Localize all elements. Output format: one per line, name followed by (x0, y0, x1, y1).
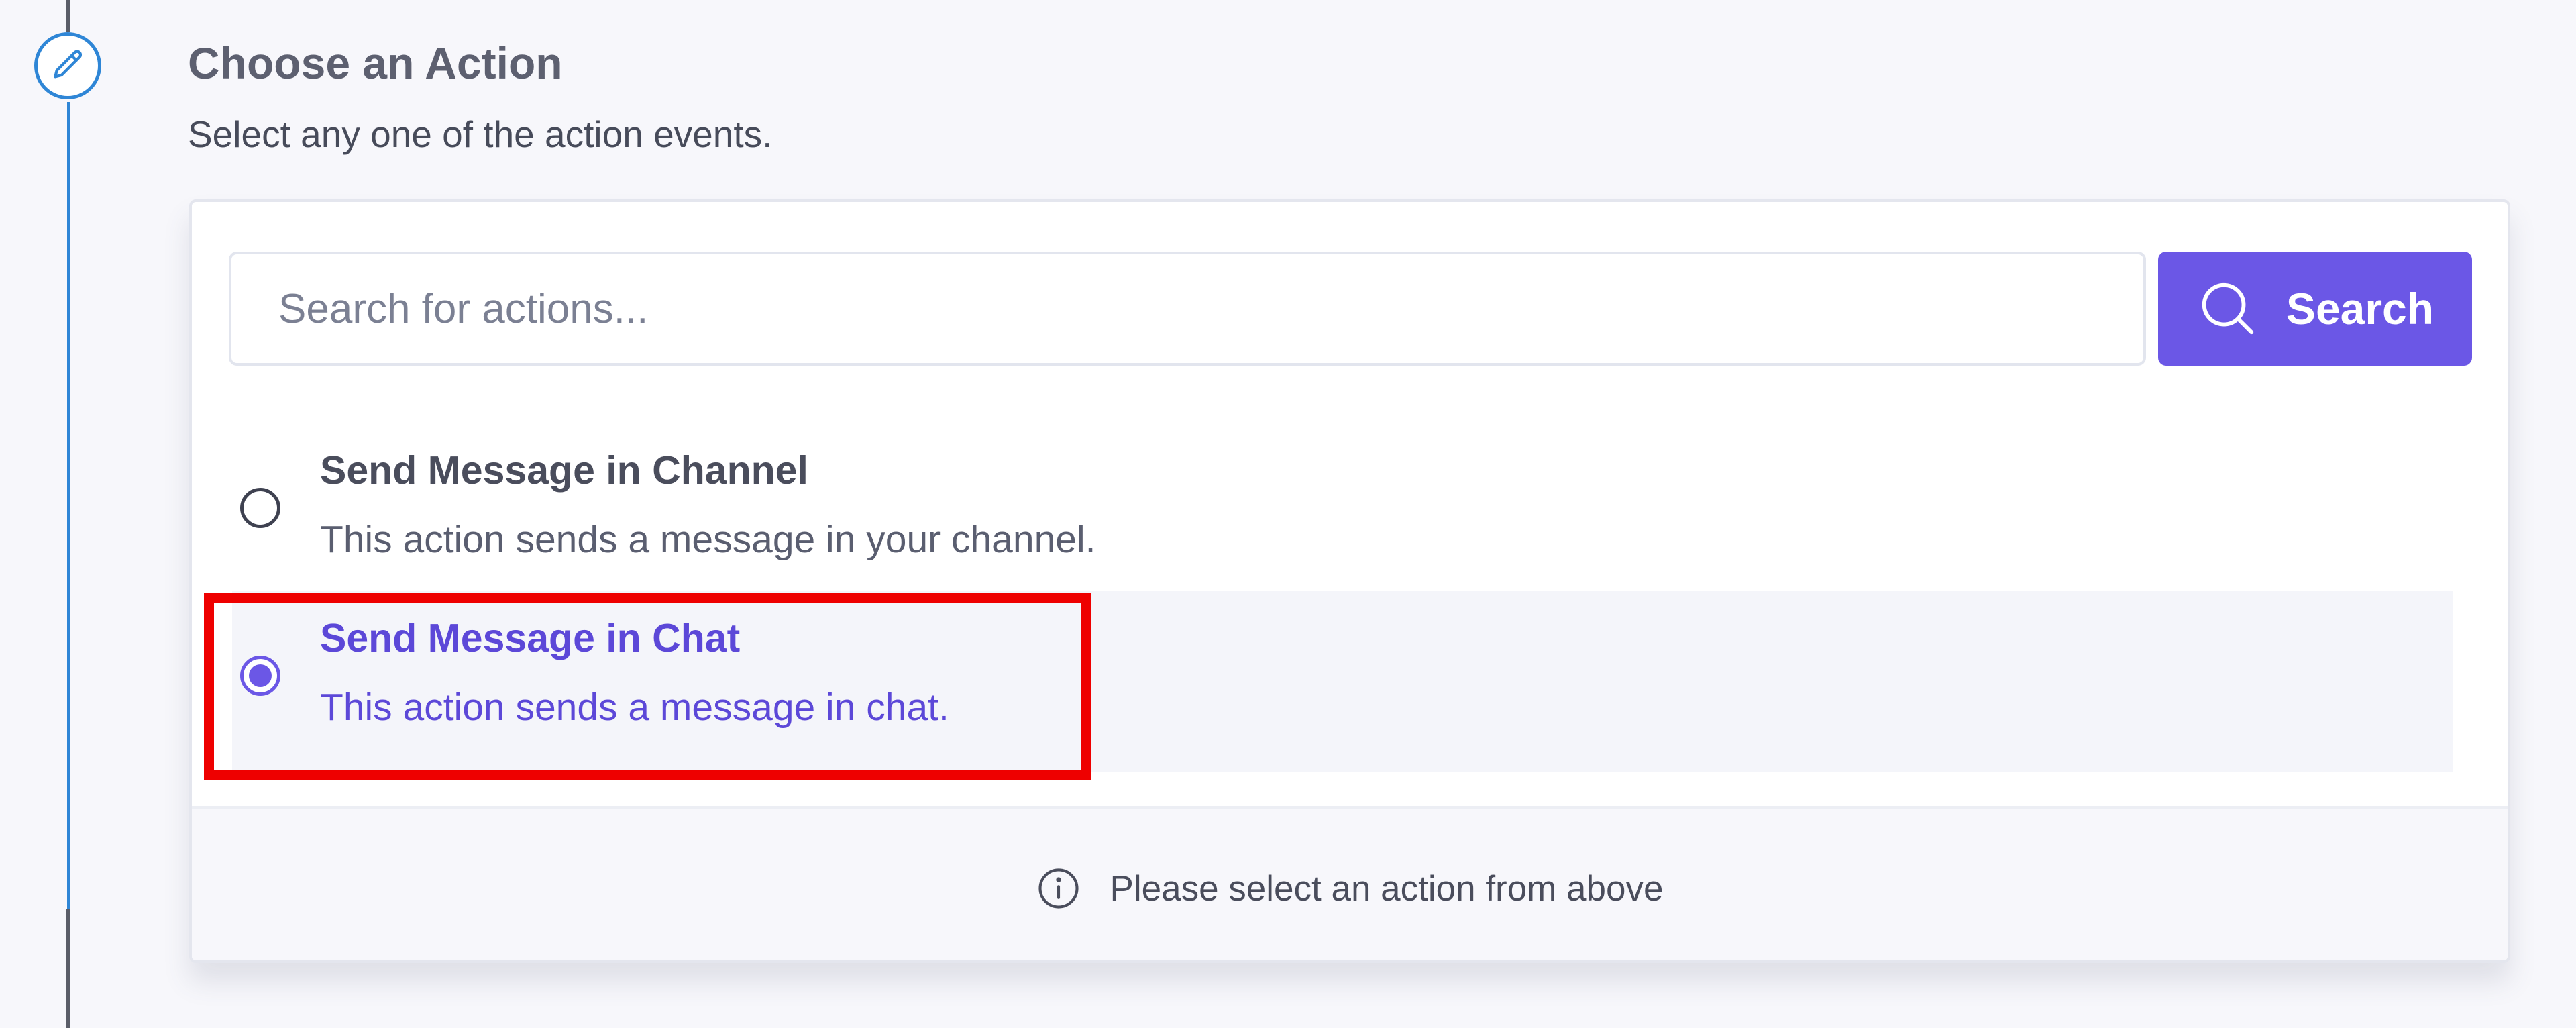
radio-button-selected[interactable] (240, 656, 280, 696)
step-pencil-icon (34, 32, 101, 99)
pencil-icon (54, 50, 83, 79)
section-title: Choose an Action (188, 38, 563, 88)
action-option-send-message-in-chat[interactable]: Send Message in Chat This action sends a… (192, 591, 2508, 772)
action-option-title: Send Message in Chat (320, 616, 741, 660)
search-button[interactable]: Search (2158, 252, 2472, 366)
action-hint-footer: Please select an action from above (192, 806, 2508, 960)
search-button-label: Search (2286, 284, 2434, 333)
action-picker-card: Search Send Message in Channel This acti… (189, 199, 2510, 963)
radio-button-unselected[interactable] (240, 488, 280, 528)
timeline-rail-top (66, 0, 70, 32)
action-option-send-message-in-channel[interactable]: Send Message in Channel This action send… (192, 410, 2508, 591)
footer-message: Please select an action from above (1110, 868, 1664, 909)
section-subtitle: Select any one of the action events. (188, 113, 773, 155)
action-option-title: Send Message in Channel (320, 448, 808, 493)
action-option-description: This action sends a message in your chan… (320, 518, 1096, 561)
info-icon (1038, 868, 1079, 909)
timeline-rail-bottom (66, 909, 70, 1028)
search-icon (2202, 282, 2254, 335)
search-input[interactable] (229, 252, 2146, 366)
timeline-rail (67, 102, 70, 1028)
action-option-description: This action sends a message in chat. (320, 686, 949, 729)
